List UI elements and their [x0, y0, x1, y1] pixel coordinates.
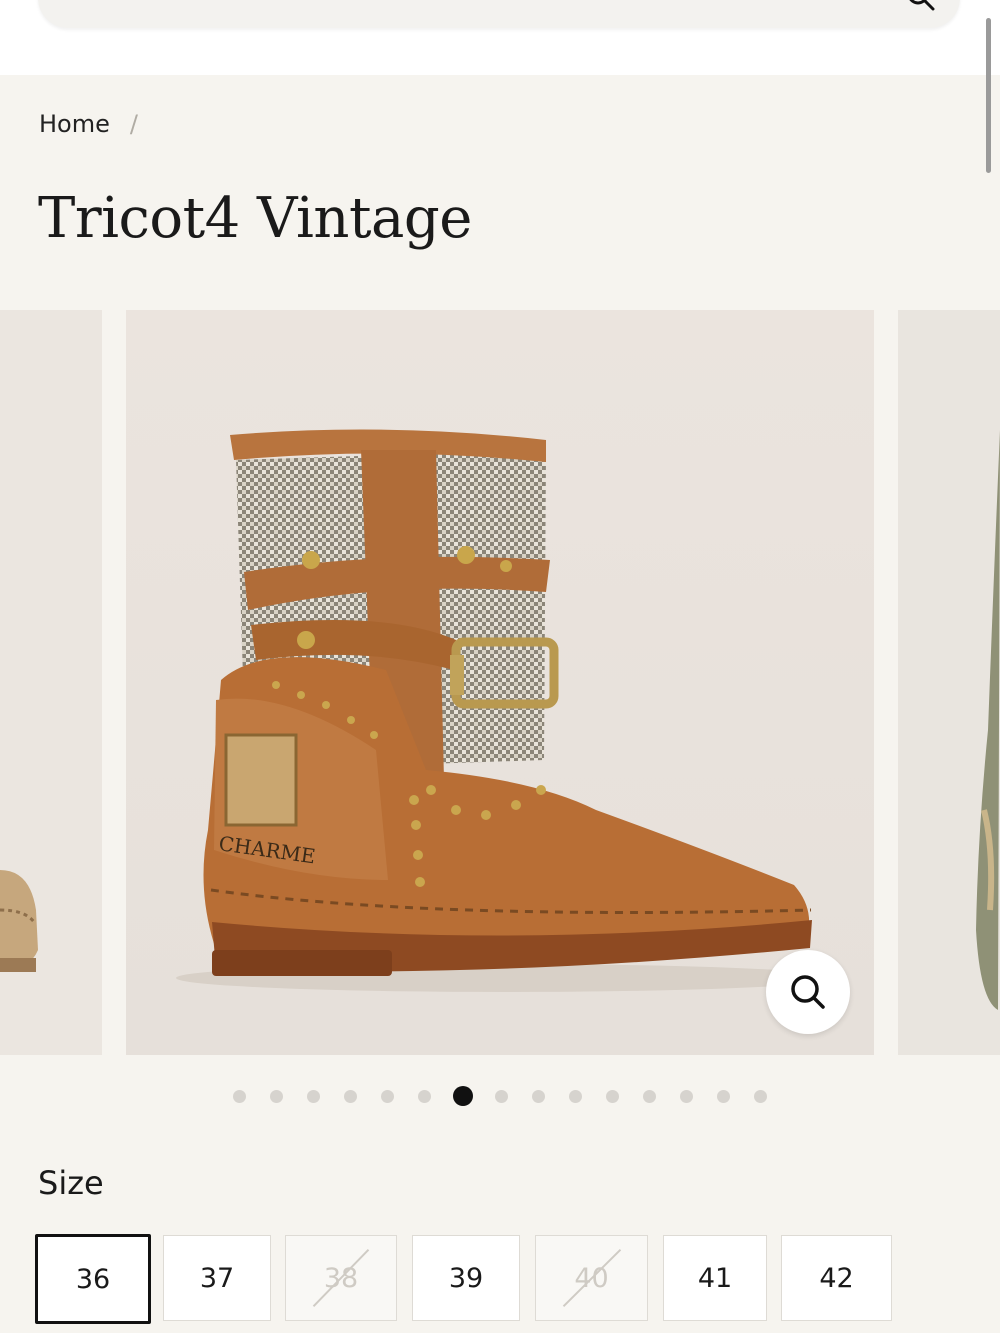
pagination-dot[interactable]: [680, 1089, 693, 1103]
size-option-label: 42: [819, 1262, 854, 1294]
size-option-36[interactable]: 36: [35, 1234, 151, 1324]
pagination-dot[interactable]: [270, 1089, 283, 1103]
search-bar[interactable]: [38, 0, 960, 28]
pagination-dot[interactable]: [569, 1089, 582, 1103]
boot-image-next: [898, 310, 1000, 1055]
unavailable-strike: [562, 1248, 622, 1308]
size-label: Size: [38, 1164, 104, 1202]
search-icon[interactable]: [906, 0, 936, 12]
breadcrumb-separator: /: [129, 110, 138, 138]
gallery-slide-main[interactable]: CHARME: [126, 310, 874, 1055]
pagination-dot[interactable]: [643, 1089, 656, 1103]
header-bar: [0, 0, 1000, 75]
search-icon: [791, 975, 825, 1009]
product-title: Tricot4 Vintage: [38, 186, 472, 251]
page-scrollbar[interactable]: [986, 18, 991, 173]
pagination-dot[interactable]: [532, 1089, 545, 1103]
zoom-button[interactable]: [766, 950, 850, 1034]
gallery-slide-previous[interactable]: [0, 310, 102, 1055]
pagination-dot[interactable]: [606, 1089, 619, 1103]
pagination-dot[interactable]: [717, 1089, 730, 1103]
size-option-label: 41: [697, 1262, 733, 1294]
gallery-pagination: [0, 1086, 1000, 1106]
gallery-slide-next[interactable]: [898, 310, 1000, 1055]
size-option-38[interactable]: 38: [285, 1235, 397, 1321]
pagination-dot-active[interactable]: [453, 1086, 473, 1106]
size-option-label: 37: [199, 1262, 235, 1294]
size-option-label: 39: [448, 1262, 484, 1294]
size-option-label: 36: [75, 1263, 111, 1295]
unavailable-strike: [312, 1248, 370, 1308]
pagination-dot[interactable]: [381, 1089, 394, 1103]
pagination-dot[interactable]: [344, 1089, 357, 1103]
boot-image: CHARME: [126, 310, 874, 1055]
size-option-37[interactable]: 37: [163, 1235, 271, 1321]
boot-image-previous: [0, 310, 102, 1055]
size-option-40[interactable]: 40: [535, 1235, 648, 1321]
pagination-dot[interactable]: [233, 1089, 246, 1103]
size-option-42[interactable]: 42: [781, 1235, 892, 1321]
size-option-39[interactable]: 39: [412, 1235, 520, 1321]
pagination-dot[interactable]: [307, 1089, 320, 1103]
breadcrumb-home-link[interactable]: Home: [39, 110, 110, 138]
pagination-dot[interactable]: [418, 1089, 431, 1103]
pagination-dot[interactable]: [754, 1089, 767, 1103]
breadcrumb: Home /: [39, 110, 138, 138]
size-selector: 36 37 38 39 40 41 42: [0, 1234, 1000, 1325]
size-option-41[interactable]: 41: [663, 1235, 767, 1321]
pagination-dot[interactable]: [495, 1089, 508, 1103]
